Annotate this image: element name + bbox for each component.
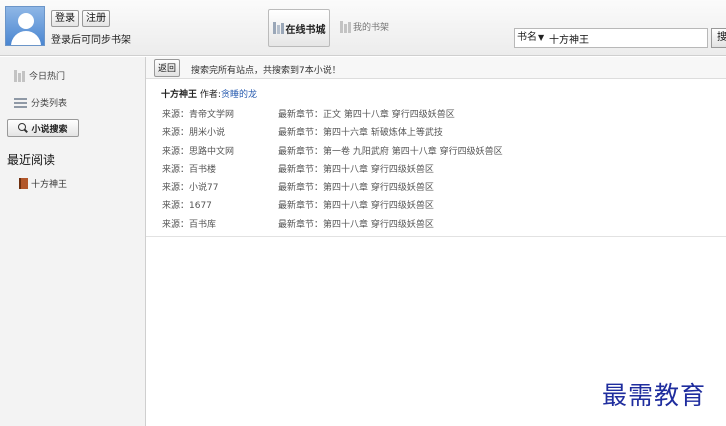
source-list: 来源：青帝文学网 最新章节：正文 第四十八章 穿行四级妖兽区 来源：朋米小说 最… (162, 107, 503, 235)
source-name: 来源：1677 (162, 201, 212, 212)
search-type-select[interactable]: 书名▼ (517, 29, 544, 47)
book-icon (19, 178, 28, 189)
bookshelf-icon (340, 20, 351, 33)
source-name: 来源：思路中文网 (162, 146, 235, 157)
avatar-body-shape (11, 31, 41, 45)
sidebar-item-label: 分类列表 (31, 99, 68, 109)
recent-book-title: 十方神王 (31, 180, 68, 190)
source-name: 来源：朋米小说 (162, 128, 226, 139)
avatar-head-shape (18, 13, 34, 29)
search-status: 搜索完所有站点，共搜索到7本小说！ (191, 66, 341, 76)
search-type-label: 书名 (517, 32, 537, 43)
recent-reading-title: 最近阅读 (7, 153, 56, 167)
book-heading: 十方神王 作者:贪睡的龙 (161, 87, 257, 100)
tab-online-store[interactable]: 在线书城 (268, 9, 330, 47)
tab-online-store-label: 在线书城 (285, 24, 326, 36)
latest-chapter[interactable]: 最新章节：第四十八章 穿行四级妖兽区 (278, 180, 434, 198)
source-name: 来源：青帝文学网 (162, 110, 235, 120)
latest-chapter[interactable]: 最新章节：第四十八章 穿行四级妖兽区 (278, 162, 434, 180)
sidebar: 今日热门 分类列表 小说搜索 最近阅读 十方神王 (0, 57, 146, 426)
list-item[interactable]: 来源：思路中文网 最新章节：第一卷 九阳武府 第四十八章 穿行四级妖兽区 (162, 144, 503, 162)
sidebar-item-label: 今日热门 (29, 72, 66, 82)
sync-tip: 登录后可同步书架 (51, 35, 131, 46)
book-title: 十方神王 (161, 90, 198, 100)
watermark: 最需教育 (602, 381, 707, 410)
tab-my-bookshelf-label: 我的书架 (353, 23, 390, 33)
latest-chapter[interactable]: 最新章节：正文 第四十八章 穿行四级妖兽区 (278, 107, 455, 125)
sidebar-item-label: 小说搜索 (31, 124, 68, 135)
sidebar-item-novel-search[interactable]: 小说搜索 (7, 119, 79, 137)
list-item[interactable]: 来源：百书库 最新章节：第四十八章 穿行四级妖兽区 (162, 217, 503, 235)
sidebar-item-hot-today[interactable]: 今日热门 (14, 69, 65, 82)
caret-down-icon: ▼ (538, 33, 545, 42)
author-label: 作者: (199, 90, 221, 100)
source-name: 来源：百书楼 (162, 164, 217, 175)
login-button[interactable]: 登录 (51, 10, 79, 27)
recent-book-item[interactable]: 十方神王 (19, 177, 67, 190)
author-link[interactable]: 贪睡的龙 (221, 90, 257, 100)
search-button[interactable]: 搜索 (711, 28, 726, 48)
list-item[interactable]: 来源：青帝文学网 最新章节：正文 第四十八章 穿行四级妖兽区 (162, 107, 503, 125)
latest-chapter[interactable]: 最新章节：第四十八章 穿行四级妖兽区 (278, 198, 434, 216)
tab-my-bookshelf[interactable]: 我的书架 (340, 20, 389, 33)
list-item[interactable]: 来源：百书楼 最新章节：第四十八章 穿行四级妖兽区 (162, 162, 503, 180)
results-toolbar: 返回 搜索完所有站点，共搜索到7本小说！ (146, 57, 726, 79)
latest-chapter[interactable]: 最新章节：第一卷 九阳武府 第四十八章 穿行四级妖兽区 (278, 144, 503, 162)
search-input[interactable] (549, 30, 704, 46)
sidebar-item-category-list[interactable]: 分类列表 (14, 96, 67, 109)
search-icon (18, 123, 28, 133)
list-icon (14, 97, 27, 108)
latest-chapter[interactable]: 最新章节：第四十八章 穿行四级妖兽区 (278, 217, 434, 235)
list-item[interactable]: 来源：1677 最新章节：第四十八章 穿行四级妖兽区 (162, 198, 503, 216)
list-item[interactable]: 来源：小说77 最新章节：第四十八章 穿行四级妖兽区 (162, 180, 503, 198)
list-item[interactable]: 来源：朋米小说 最新章节：第四十六章 斩破炼体上等武技 (162, 125, 503, 143)
back-button[interactable]: 返回 (154, 59, 181, 77)
source-name: 来源：小说77 (162, 183, 219, 194)
top-header: 登录 注册 登录后可同步书架 在线书城 我的书架 书名▼ 搜索 (0, 0, 726, 56)
latest-chapter[interactable]: 最新章节：第四十六章 斩破炼体上等武技 (278, 125, 443, 143)
divider (146, 236, 726, 237)
avatar[interactable] (5, 6, 45, 46)
source-name: 来源：百书库 (162, 219, 217, 230)
register-button[interactable]: 注册 (82, 10, 110, 27)
bookshelf-icon (272, 22, 284, 34)
bookshelf-icon (14, 69, 25, 82)
